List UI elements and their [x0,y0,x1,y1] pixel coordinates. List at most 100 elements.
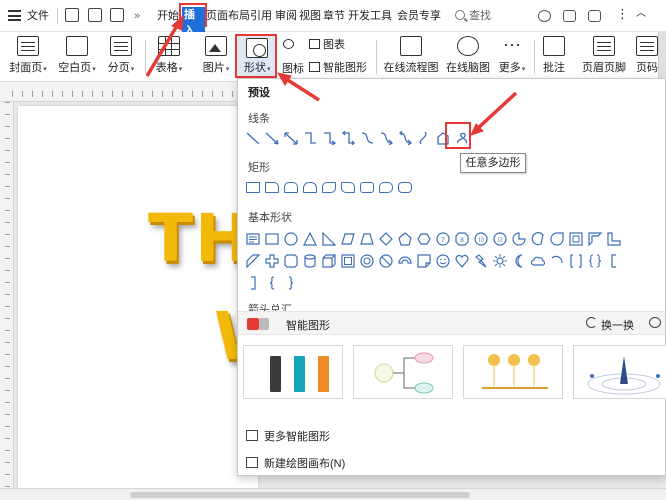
icon-label[interactable]: 图标 [282,62,304,76]
menu-icon[interactable] [8,10,21,21]
tab-chapter[interactable]: 章节 [323,8,345,24]
online-flowchart-button[interactable]: 在线流程图 [383,36,439,75]
parallelogram-shape[interactable] [341,232,355,246]
elbow-arrow-connector-shape[interactable] [322,131,336,145]
more-icon[interactable]: ⋮ [616,6,629,22]
tab-page-layout[interactable]: 页面布局 [206,8,250,24]
cover-page-button[interactable]: 封面页▾ [8,36,48,77]
snip-corner-rectangle-shape[interactable] [265,182,279,193]
decagon-shape[interactable]: 10 [474,232,488,246]
heptagon-shape[interactable]: 7 [436,232,450,246]
tab-home[interactable]: 开始 [157,8,179,24]
lightning-bolt-shape[interactable] [474,254,488,268]
page-number-button[interactable]: 页码 [634,36,660,75]
collaborate-icon[interactable] [563,10,576,22]
header-footer-button[interactable]: 页眉页脚 [582,36,626,75]
rounded-rectangle-shape[interactable] [360,182,374,193]
left-brace-shape[interactable] [265,276,279,290]
chart-button[interactable]: 图表 [309,38,345,52]
no-symbol-shape[interactable] [379,254,393,268]
double-arrow-line-shape[interactable] [284,131,298,145]
horizontal-scrollbar[interactable] [0,488,666,500]
curve-shape[interactable] [417,131,431,145]
feedback-icon[interactable] [649,317,661,328]
snip-same-side-rectangle-shape[interactable] [284,182,298,193]
smart-art-button[interactable]: 智能图形 [309,61,367,75]
page-break-button[interactable]: 分页▾ [104,36,138,77]
tab-member[interactable]: 会员专享 [397,8,441,24]
right-triangle-shape[interactable] [322,232,336,246]
moon-shape[interactable] [512,254,526,268]
block-arc-shape[interactable] [398,254,412,268]
pentagon-shape[interactable] [398,232,412,246]
cube-shape[interactable] [322,254,336,268]
print-icon[interactable] [110,8,124,22]
octagon-shape[interactable]: 8 [455,232,469,246]
template-card-4[interactable] [573,345,666,399]
new-drawing-canvas[interactable]: 新建绘图画布(N) [246,455,345,471]
curved-connector-shape[interactable] [360,131,374,145]
folded-corner-shape[interactable] [417,254,431,268]
round-corner-rectangle-shape[interactable] [398,182,412,193]
elbow-double-arrow-shape[interactable] [341,131,355,145]
right-brace-shape[interactable] [284,276,298,290]
template-card-1[interactable] [243,345,343,399]
tab-view[interactable]: 视图 [299,8,321,24]
sun-shape[interactable] [493,254,507,268]
teardrop-shape[interactable] [550,232,564,246]
template-card-2[interactable] [353,345,453,399]
pie-shape[interactable] [512,232,526,246]
oval-shape[interactable] [284,232,298,246]
ribbon-scroll[interactable] [658,32,666,78]
line-shape[interactable] [246,131,260,145]
collapse-ribbon-icon[interactable]: ︿ [636,6,646,22]
elbow-connector-shape[interactable] [303,131,317,145]
template-card-3[interactable] [463,345,563,399]
search-icon[interactable] [455,10,465,20]
refresh-icon[interactable] [586,317,597,328]
cloud-sync-icon[interactable] [538,10,551,22]
more-smart-graphics[interactable]: 更多智能图形 [246,428,330,444]
left-bracket-shape[interactable] [607,254,621,268]
tab-developer[interactable]: 开发工具 [348,8,392,24]
more-button[interactable]: 更多▾ [496,36,528,77]
comment-button[interactable]: 批注 [540,36,568,75]
icon-button[interactable] [283,38,297,52]
chord-shape[interactable] [531,232,545,246]
l-shape[interactable] [607,232,621,246]
cloud-shape[interactable] [531,254,545,268]
donut-shape[interactable] [360,254,374,268]
tab-references[interactable]: 引用 [250,8,272,24]
document-page[interactable]: TH W [18,106,287,488]
blank-page-button[interactable]: 空白页▾ [56,36,98,77]
rectangle-shape[interactable] [246,182,260,193]
shape-button[interactable]: 形状▾ [235,34,277,78]
picture-button[interactable]: 图片▾ [198,36,234,77]
share-icon[interactable] [588,10,601,22]
curved-arrow-connector-shape[interactable] [379,131,393,145]
arc-shape[interactable] [550,254,564,268]
rectangle-shape[interactable] [265,232,279,246]
save-icon[interactable] [65,8,79,22]
half-frame-shape[interactable] [588,232,602,246]
export-pdf-icon[interactable] [88,8,102,22]
expand-toolbar[interactable]: » [134,8,140,24]
refresh-button[interactable]: 换一换 [601,317,634,333]
bevel-shape[interactable] [341,254,355,268]
curved-double-arrow-shape[interactable] [398,131,412,145]
scroll-thumb[interactable] [130,492,470,498]
right-bracket-shape[interactable] [246,276,260,290]
trapezoid-shape[interactable] [360,232,374,246]
dodecagon-shape[interactable]: 12 [493,232,507,246]
heart-shape[interactable] [455,254,469,268]
tab-review[interactable]: 审阅 [275,8,297,24]
tab-insert[interactable]: 插入 [179,3,207,39]
file-menu[interactable]: 文件 [27,8,49,24]
round-single-corner-rectangle-shape[interactable] [379,182,393,193]
round-same-side-rectangle-shape[interactable] [303,182,317,193]
cross-shape[interactable] [265,254,279,268]
arrow-line-shape[interactable] [265,131,279,145]
hexagon-shape[interactable] [417,232,431,246]
double-bracket-shape[interactable] [569,254,583,268]
snip-diagonal-rectangle-shape[interactable] [322,182,336,193]
